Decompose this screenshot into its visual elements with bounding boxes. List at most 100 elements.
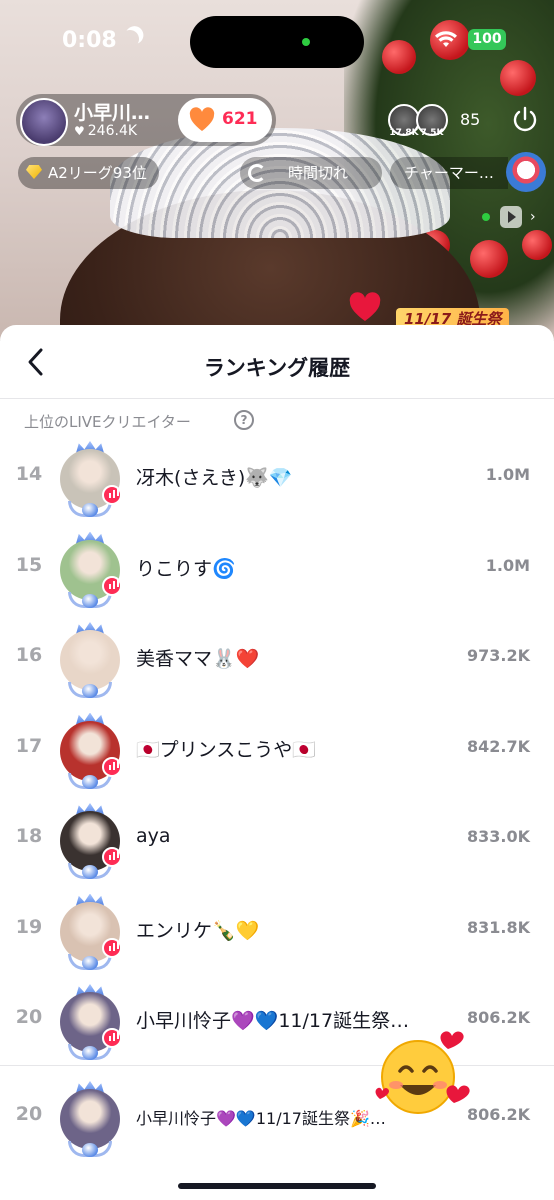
creator-avatar[interactable] bbox=[58, 984, 122, 1062]
creator-name: aya bbox=[136, 825, 171, 847]
divider bbox=[0, 1065, 554, 1066]
creator-name: 小早川怜子💜💙11/17誕生祭🎉… bbox=[136, 1109, 386, 1128]
creator-avatar[interactable] bbox=[58, 531, 122, 610]
creator-score: 1.0M bbox=[485, 555, 530, 575]
timeout-label: 時間切れ bbox=[288, 164, 349, 182]
badge-gem-icon bbox=[82, 865, 98, 879]
live-badge-icon bbox=[102, 937, 122, 958]
chevron-right-icon[interactable]: › bbox=[530, 209, 536, 225]
host-avatar[interactable] bbox=[20, 98, 68, 146]
event-banner[interactable]: 11/17 誕生祭 bbox=[340, 292, 530, 329]
divider bbox=[0, 398, 554, 399]
timeout-pill[interactable]: 時間切れ bbox=[240, 157, 382, 189]
timer-icon bbox=[248, 164, 266, 182]
follow-button[interactable]: 621 bbox=[178, 98, 272, 142]
host-name: 小早川… bbox=[74, 102, 151, 124]
clown-icon[interactable] bbox=[506, 152, 546, 192]
home-indicator[interactable] bbox=[178, 1183, 376, 1189]
ranking-row[interactable]: 18 aya 833.0K bbox=[0, 797, 554, 888]
creator-name: 美香ママ🐰❤️ bbox=[136, 648, 260, 670]
creator-name: 冴木(さえき)🐺💎 bbox=[136, 467, 293, 489]
badge-gem-icon bbox=[82, 774, 98, 789]
creator-name: エンリケ🍾💛 bbox=[136, 919, 260, 942]
creator-avatar[interactable] bbox=[58, 622, 122, 700]
creator-score: 833.0K bbox=[466, 827, 530, 846]
ornament bbox=[522, 230, 552, 260]
rank-number: 14 bbox=[15, 463, 43, 485]
dynamic-island bbox=[190, 16, 364, 68]
creator-avatar[interactable] bbox=[58, 893, 122, 972]
ornament bbox=[382, 40, 416, 74]
badge-gem-icon bbox=[82, 955, 98, 970]
league-pill[interactable]: A2リーグ93位 bbox=[18, 157, 159, 189]
rank-number: 20 bbox=[15, 1006, 43, 1028]
viewer-count[interactable]: 85 bbox=[460, 110, 480, 129]
ranking-row[interactable]: 19 エンリケ🍾💛 831.8K bbox=[0, 888, 554, 979]
rank-number: 19 bbox=[15, 915, 43, 938]
ornament bbox=[500, 60, 536, 96]
play-icon[interactable] bbox=[500, 206, 522, 228]
status-time: 0:08 bbox=[62, 28, 117, 53]
rank-number: 20 bbox=[15, 1103, 43, 1125]
badge-gem-icon bbox=[82, 1046, 98, 1060]
ranking-row[interactable]: 14 冴木(さえき)🐺💎 1.0M bbox=[0, 435, 554, 526]
avatar bbox=[60, 630, 120, 690]
ranking-row[interactable]: 16 美香ママ🐰❤️ 973.2K bbox=[0, 616, 554, 707]
creator-name: 小早川怜子💜💙11/17誕生祭… bbox=[136, 1010, 410, 1032]
badge-gem-icon bbox=[82, 593, 98, 608]
ranking-history-sheet: ランキング履歴 上位のLIVEクリエイター ? 14 冴木(さえき)🐺💎 1.0… bbox=[0, 325, 554, 1200]
charmer-pill[interactable]: チャーマー… bbox=[390, 157, 508, 189]
creator-avatar[interactable] bbox=[58, 712, 122, 791]
live-badge-icon bbox=[102, 756, 122, 777]
heart-icon: ♥ bbox=[74, 124, 85, 138]
ranking-row[interactable]: 17 🇯🇵プリンスこうや🇯🇵 842.7K bbox=[0, 707, 554, 798]
creator-name: りこりす🌀 bbox=[136, 557, 236, 580]
creator-score: 831.8K bbox=[466, 917, 530, 937]
badge-gem-icon bbox=[82, 684, 98, 698]
camera-indicator-icon bbox=[302, 38, 310, 46]
viewer-badge: 7.5K bbox=[420, 128, 444, 138]
creator-score: 1.0M bbox=[485, 465, 530, 484]
info-icon[interactable]: ? bbox=[234, 410, 254, 430]
badge-gem-icon bbox=[82, 1143, 98, 1157]
close-live-icon[interactable] bbox=[510, 104, 540, 134]
badge-gem-icon bbox=[82, 503, 98, 517]
creator-score: 973.2K bbox=[466, 646, 530, 665]
league-label: A2リーグ93位 bbox=[48, 164, 147, 182]
live-status-icon bbox=[482, 213, 490, 221]
live-badge-icon bbox=[102, 847, 122, 867]
creator-avatar[interactable] bbox=[58, 1081, 122, 1159]
creator-score: 842.7K bbox=[466, 736, 530, 756]
self-ranking-row[interactable]: 20 小早川怜子💜💙11/17誕生祭🎉… 806.2K bbox=[0, 1075, 554, 1165]
live-badge-icon bbox=[102, 1028, 122, 1048]
top-viewers[interactable]: 17.8K 7.5K bbox=[388, 104, 450, 138]
ranking-row[interactable]: 15 りこりす🌀 1.0M bbox=[0, 526, 554, 617]
ornament bbox=[470, 240, 508, 278]
diamond-icon bbox=[26, 165, 42, 179]
rank-number: 17 bbox=[15, 734, 43, 757]
ranking-list: 14 冴木(さえき)🐺💎 1.0M 15 りこりす🌀 1.0M 16 美香ママ🐰… bbox=[0, 435, 554, 1069]
creator-score: 806.2K bbox=[466, 1008, 530, 1027]
wifi-icon bbox=[435, 31, 457, 47]
smiling-face-with-hearts-sticker bbox=[375, 1031, 470, 1114]
creator-name: 🇯🇵プリンスこうや🇯🇵 bbox=[136, 738, 316, 761]
host-likes-count: 246.4K bbox=[87, 123, 138, 139]
rank-number: 16 bbox=[15, 644, 43, 666]
rank-number: 15 bbox=[15, 553, 43, 576]
follow-count: 621 bbox=[222, 109, 258, 129]
creator-avatar[interactable] bbox=[58, 441, 122, 519]
creator-avatar[interactable] bbox=[58, 803, 122, 881]
heart-icon bbox=[349, 292, 381, 321]
avatar bbox=[60, 1089, 120, 1149]
host-likes: ♥ 246.4K bbox=[74, 123, 137, 139]
sheet-title: ランキング履歴 bbox=[203, 356, 351, 380]
battery-icon: 100 bbox=[468, 29, 506, 50]
section-label: 上位のLIVEクリエイター bbox=[24, 413, 191, 431]
creator-score: 806.2K bbox=[466, 1105, 530, 1124]
heart-icon bbox=[189, 107, 215, 131]
ranking-row[interactable]: 20 小早川怜子💜💙11/17誕生祭… 806.2K bbox=[0, 978, 554, 1069]
rank-number: 18 bbox=[15, 825, 43, 847]
viewer-badge: 17.8K bbox=[389, 128, 419, 138]
live-badge-icon bbox=[102, 485, 122, 505]
live-badge-icon bbox=[102, 575, 122, 596]
